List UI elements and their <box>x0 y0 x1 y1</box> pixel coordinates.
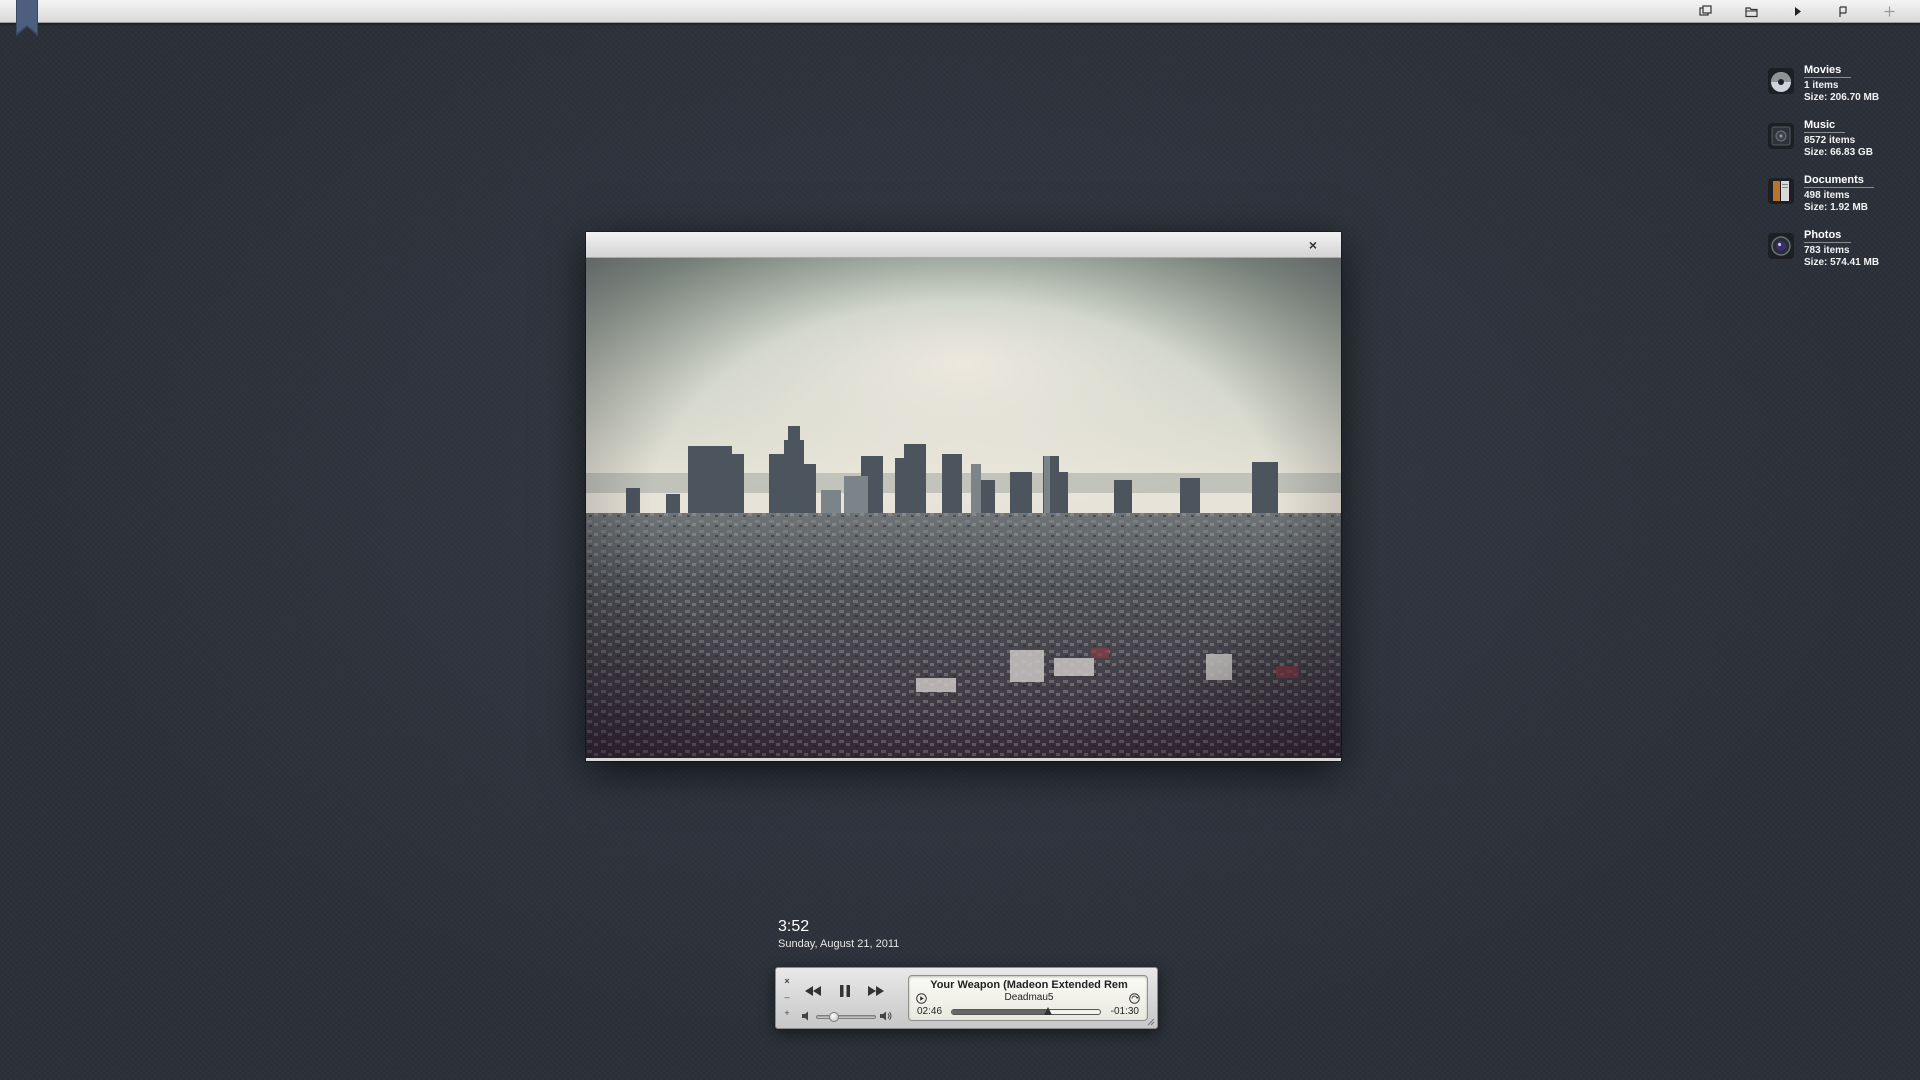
folder-icon[interactable] <box>1728 0 1774 23</box>
shortcut-size: Size: 66.83 GB <box>1804 147 1873 158</box>
close-icon[interactable]: × <box>1305 237 1321 253</box>
photos-icon <box>1766 231 1796 261</box>
shortcut-music[interactable]: Music 8572 items Size: 66.83 GB <box>1766 119 1916 174</box>
track-title: Your Weapon (Madeon Extended Rem <box>930 979 1128 991</box>
shortcut-item-count: 783 items <box>1804 245 1850 256</box>
volume-slider-knob[interactable] <box>829 1012 840 1022</box>
volume-slider[interactable] <box>816 1012 876 1022</box>
pause-icon <box>840 985 850 997</box>
play-circle-icon[interactable] <box>916 993 927 1004</box>
pause-button[interactable] <box>834 982 856 1000</box>
shortcut-title: Music <box>1804 119 1846 133</box>
shortcuts-panel: Movies 1 items Size: 206.70 MB Music 857… <box>1766 64 1916 284</box>
remaining-time: -01:30 <box>1110 1006 1139 1017</box>
shortcut-item-count: 1 items <box>1804 80 1839 91</box>
shortcut-title: Photos <box>1804 229 1852 243</box>
fast-forward-icon <box>868 986 884 996</box>
shortcut-title: Documents <box>1804 174 1874 188</box>
shortcut-movies[interactable]: Movies 1 items Size: 206.70 MB <box>1766 64 1916 119</box>
flag-icon[interactable] <box>1820 0 1866 23</box>
shortcut-item-count: 8572 items <box>1804 135 1856 146</box>
track-artist: Deadmau5 <box>1004 992 1054 1003</box>
shortcut-photos[interactable]: Photos 783 items Size: 574.41 MB <box>1766 229 1916 284</box>
player-close-button[interactable]: × <box>782 976 792 986</box>
now-playing-display: Your Weapon (Madeon Extended Rem Deadmau… <box>908 975 1148 1021</box>
photo-window-titlebar[interactable]: × <box>586 232 1341 258</box>
photo-viewer-window: × <box>586 232 1341 761</box>
music-icon <box>1766 121 1796 151</box>
play-icon[interactable] <box>1774 0 1820 23</box>
volume-low-icon[interactable] <box>801 1010 813 1022</box>
next-track-button[interactable] <box>865 982 887 1000</box>
topbar-icon-group <box>1682 0 1912 23</box>
elapsed-time: 02:46 <box>917 1006 943 1017</box>
shortcut-documents[interactable]: Documents 498 items Size: 1.92 MB <box>1766 174 1916 229</box>
top-menu-bar <box>0 0 1920 23</box>
windows-icon[interactable] <box>1682 0 1728 23</box>
itunes-mini-player: × – + Your Weapon (Madeon Extended Rem D… <box>775 967 1158 1029</box>
clock-date: Sunday, August 21, 2011 <box>778 938 900 950</box>
repeat-icon[interactable] <box>1129 993 1140 1004</box>
shortcut-size: Size: 206.70 MB <box>1804 92 1880 103</box>
clock-widget: 3:52 Sunday, August 21, 2011 <box>778 917 899 951</box>
rewind-icon <box>805 986 821 996</box>
shortcut-title: Movies <box>1804 64 1852 78</box>
track-progress-bar[interactable] <box>951 1007 1101 1015</box>
volume-high-icon[interactable] <box>879 1010 893 1022</box>
track-progress-knob[interactable] <box>1044 1007 1053 1015</box>
resize-grip-icon[interactable] <box>1147 1018 1155 1026</box>
bookmark-ribbon-icon[interactable] <box>16 0 38 36</box>
player-minimize-button[interactable]: – <box>782 992 792 1002</box>
city-skyline-photo <box>586 258 1341 758</box>
shortcut-size: Size: 1.92 MB <box>1804 202 1868 213</box>
shortcut-size: Size: 574.41 MB <box>1804 257 1880 268</box>
movies-icon <box>1766 66 1796 96</box>
previous-track-button[interactable] <box>802 982 824 1000</box>
shortcut-item-count: 498 items <box>1804 190 1850 201</box>
clock-time: 3:52 <box>778 918 810 935</box>
plus-icon[interactable] <box>1866 0 1912 23</box>
documents-icon <box>1766 176 1796 206</box>
track-progress-fill <box>952 1010 1049 1014</box>
photo-window-bottom-edge <box>586 758 1341 761</box>
player-zoom-button[interactable]: + <box>782 1008 792 1018</box>
